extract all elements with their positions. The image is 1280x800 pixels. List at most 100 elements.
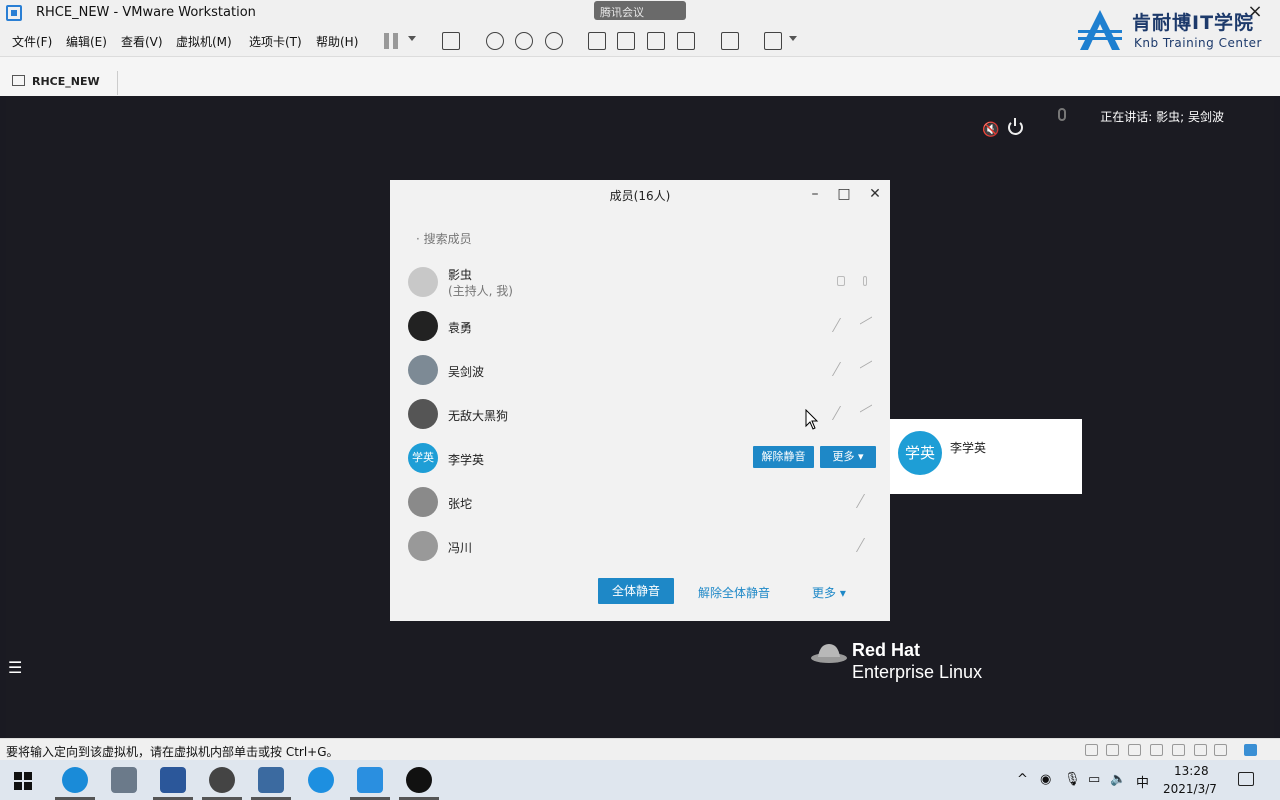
pause-icon[interactable] (384, 33, 400, 49)
member-row[interactable]: 影虫 (主持人, 我) (390, 262, 890, 306)
member-name: 吴剑波 (448, 365, 485, 379)
member-name: 冯川 (448, 541, 473, 555)
explorer-icon[interactable] (111, 767, 137, 793)
mic-muted-icon[interactable] (831, 406, 853, 420)
menu-help[interactable]: 帮助(H) (316, 33, 358, 50)
member-row[interactable]: 张坨 (390, 482, 890, 526)
revert-snapshot-icon[interactable] (515, 32, 533, 50)
school-logo-tagline: Knb Training Center (1134, 36, 1262, 50)
window-title: RHCE_NEW - VMware Workstation (36, 5, 256, 20)
minimize-button[interactable]: – (807, 186, 823, 202)
tray-record-icon[interactable]: ◉ (1040, 772, 1051, 787)
vmware-app-icon (6, 5, 22, 21)
unmute-button[interactable]: 解除静音 (753, 446, 814, 468)
vm-tabbar: RHCE_NEW (0, 56, 1280, 96)
snapshot-icon[interactable] (486, 32, 504, 50)
member-name: 影虫 (448, 268, 473, 282)
edge-icon[interactable] (62, 767, 88, 793)
mic-muted-icon[interactable] (831, 362, 853, 376)
mic-muted-icon[interactable] (855, 494, 877, 508)
pen-app-icon[interactable] (308, 767, 334, 793)
message-icon[interactable] (1244, 744, 1257, 756)
console-view-icon[interactable] (721, 32, 739, 50)
camera-off-icon[interactable] (860, 360, 872, 378)
obs-icon[interactable] (209, 767, 235, 793)
avatar (408, 355, 438, 385)
member-row[interactable]: 吴剑波 (390, 350, 890, 394)
member-row[interactable]: 袁勇 (390, 306, 890, 350)
dialog-more-button[interactable]: 更多 ▾ (812, 584, 846, 601)
library-view-icon[interactable] (588, 32, 606, 50)
stretch-dropdown-icon[interactable] (789, 36, 797, 41)
power-icon[interactable] (1008, 118, 1023, 135)
menu-view[interactable]: 查看(V) (121, 33, 163, 50)
windows-taskbar: ^ ◉ 🎙 ▭ 🔈 中 13:28 2021/3/7 (0, 760, 1280, 800)
snapshot-manager-icon[interactable] (545, 32, 563, 50)
vmware-statusbar: 要将输入定向到该虚拟机，请在虚拟机内部单击或按 Ctrl+G。 (0, 738, 1280, 760)
unmute-all-button[interactable]: 解除全体静音 (698, 584, 770, 601)
usb-icon[interactable] (1150, 744, 1163, 756)
qq-icon[interactable] (406, 767, 432, 793)
avatar (408, 311, 438, 341)
redhat-logo: Red Hat Enterprise Linux (810, 636, 1010, 686)
menu-edit[interactable]: 编辑(E) (66, 33, 107, 50)
mic-muted-icon[interactable] (855, 538, 877, 552)
dialog-close-button[interactable]: ✕ (867, 186, 883, 202)
windows-start-icon[interactable] (14, 772, 32, 790)
notification-icon[interactable] (1238, 772, 1254, 786)
hdd-icon[interactable] (1085, 744, 1098, 756)
network-icon[interactable] (1128, 744, 1141, 756)
printer-icon[interactable] (1194, 744, 1207, 756)
clock-date[interactable]: 2021/3/7 (1163, 782, 1217, 796)
unity-icon[interactable] (677, 32, 695, 50)
mic-muted-icon[interactable] (831, 318, 853, 332)
avatar (408, 531, 438, 561)
vm-tab[interactable]: RHCE_NEW (8, 71, 118, 95)
member-search-input[interactable]: · 搜索成员 (416, 230, 472, 247)
redhat-product: Enterprise Linux (852, 662, 983, 682)
screen-share-icon (837, 276, 845, 286)
menu-file[interactable]: 文件(F) (12, 33, 52, 50)
member-row-selected[interactable]: 学英 李学英 解除静音 更多 ▾ (390, 438, 890, 482)
member-more-button[interactable]: 更多 ▾ (820, 446, 876, 468)
member-name: 袁勇 (448, 321, 473, 335)
camera-off-icon[interactable] (860, 404, 872, 422)
tray-mic-icon[interactable]: 🎙 (1064, 772, 1081, 787)
school-logo-mark (1078, 10, 1122, 50)
menu-icon[interactable]: ☰ (8, 658, 22, 677)
avatar (408, 399, 438, 429)
tray-network-icon[interactable]: ▭ (1088, 772, 1100, 787)
menu-vm[interactable]: 虚拟机(M) (176, 33, 232, 50)
stretch-icon[interactable] (764, 32, 782, 50)
mic-icon (863, 276, 867, 286)
tencent-meeting-pill[interactable]: 腾讯会议 (594, 1, 686, 20)
vmware-taskbar-icon[interactable] (258, 767, 284, 793)
card-avatar: 学英 (898, 431, 942, 475)
maximize-button[interactable]: □ (836, 186, 852, 202)
word-icon[interactable] (160, 767, 186, 793)
sound-device-icon[interactable] (1172, 744, 1185, 756)
vm-tab-label: RHCE_NEW (32, 75, 100, 88)
pause-dropdown-icon[interactable] (408, 36, 416, 41)
ime-indicator[interactable]: 中 (1136, 772, 1149, 791)
tray-volume-icon[interactable]: 🔈 (1110, 772, 1126, 787)
member-name: 张坨 (448, 497, 473, 511)
cdrom-icon[interactable] (1106, 744, 1119, 756)
mute-all-button[interactable]: 全体静音 (598, 578, 674, 604)
camera-off-icon[interactable] (860, 316, 872, 334)
tencent-meeting-icon[interactable] (357, 767, 383, 793)
display-icon[interactable] (1214, 744, 1227, 756)
volume-muted-icon[interactable]: 🔇 (982, 122, 999, 138)
avatar (408, 267, 438, 297)
member-row[interactable]: 冯川 (390, 526, 890, 570)
tray-expand-icon[interactable]: ^ (1017, 772, 1028, 787)
clock-time[interactable]: 13:28 (1174, 764, 1209, 778)
send-keys-icon[interactable] (442, 32, 460, 50)
vm-tab-icon (12, 75, 25, 86)
menu-tabs[interactable]: 选项卡(T) (249, 33, 302, 50)
member-name: 李学英 (448, 453, 485, 467)
school-logo: 肯耐博IT学院 Knb Training Center (1068, 6, 1273, 54)
full-screen-icon[interactable] (647, 32, 665, 50)
thumbnail-view-icon[interactable] (617, 32, 635, 50)
mouse-cursor-icon (805, 409, 819, 430)
